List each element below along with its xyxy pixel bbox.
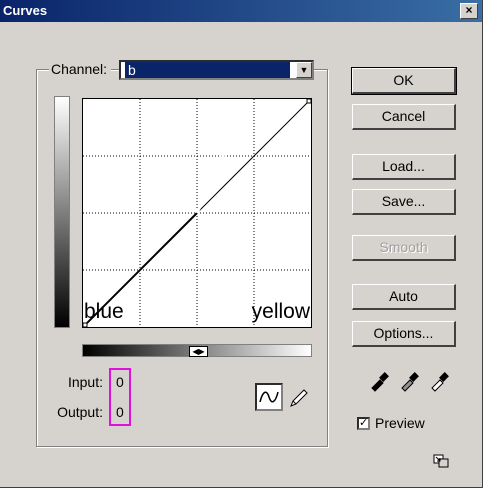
load-button[interactable]: Load... bbox=[352, 154, 456, 180]
white-eyedropper-icon[interactable] bbox=[428, 368, 452, 392]
output-gradient-bar bbox=[54, 96, 70, 328]
smooth-button: Smooth bbox=[352, 235, 456, 261]
pencil-icon bbox=[290, 389, 308, 407]
gray-eyedropper-icon[interactable] bbox=[398, 368, 422, 392]
save-button[interactable]: Save... bbox=[352, 189, 456, 215]
curve-tool-icon bbox=[259, 391, 279, 403]
auto-button[interactable]: Auto bbox=[352, 284, 456, 310]
chevron-down-icon[interactable]: ▼ bbox=[296, 62, 312, 78]
channel-select[interactable]: b ▼ bbox=[119, 60, 314, 80]
preview-label: Preview bbox=[375, 415, 425, 431]
resize-icon[interactable] bbox=[433, 454, 449, 468]
title-bar[interactable]: Curves × bbox=[0, 0, 482, 22]
channel-selected-value: b bbox=[125, 62, 290, 78]
input-gradient-bar: ◀▶ bbox=[82, 344, 312, 357]
preview-checkbox[interactable]: ✓ bbox=[357, 417, 370, 430]
channel-label: Channel: bbox=[49, 61, 112, 77]
input-value: 0 bbox=[116, 374, 124, 390]
curve-graph[interactable] bbox=[82, 98, 312, 328]
input-label: Input: bbox=[67, 374, 103, 390]
output-value: 0 bbox=[116, 404, 124, 420]
output-label: Output: bbox=[57, 404, 103, 420]
pencil-tool-button[interactable] bbox=[287, 387, 311, 409]
gradient-toggle-icon[interactable]: ◀▶ bbox=[189, 346, 208, 357]
curve-upper-segment[interactable] bbox=[195, 99, 251, 214]
cancel-button[interactable]: Cancel bbox=[352, 104, 456, 130]
graph-label-yellow: yellow bbox=[251, 300, 310, 323]
curve-graph-svg bbox=[83, 99, 311, 327]
graph-label-blue: blue bbox=[84, 300, 124, 323]
curves-dialog: Curves × Channel: b ▼ blue yellow ◀▶ Inp… bbox=[0, 0, 483, 488]
ok-button[interactable]: OK bbox=[351, 67, 457, 95]
curve-point-end[interactable] bbox=[306, 99, 311, 104]
options-button[interactable]: Options... bbox=[352, 321, 456, 347]
close-button[interactable]: × bbox=[460, 3, 478, 19]
window-title: Curves bbox=[3, 3, 48, 18]
black-eyedropper-icon[interactable] bbox=[368, 368, 392, 392]
curve-tool-button[interactable] bbox=[255, 383, 283, 411]
